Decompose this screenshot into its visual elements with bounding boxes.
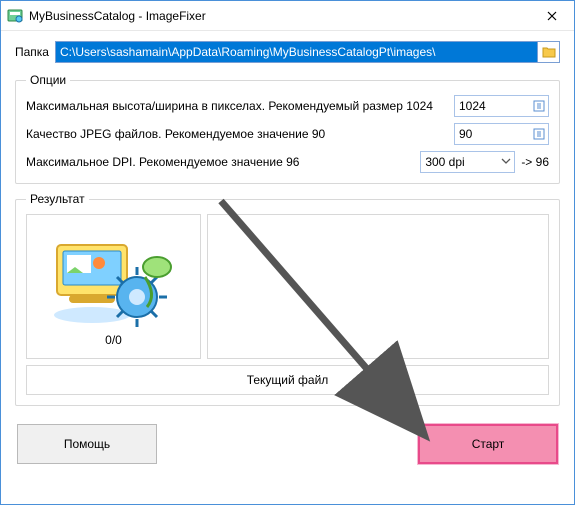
folder-label: Папка — [15, 45, 49, 59]
dpi-suffix: -> 96 — [521, 155, 549, 169]
spinner-icon[interactable] — [530, 124, 548, 144]
options-legend: Опции — [26, 73, 70, 87]
start-button[interactable]: Старт — [418, 424, 558, 464]
button-row: Помощь Старт — [15, 424, 560, 464]
preview-box — [207, 214, 549, 359]
result-legend: Результат — [26, 192, 89, 206]
help-button-label: Помощь — [64, 437, 110, 451]
result-body: 0/0 — [26, 214, 549, 359]
jpeg-quality-label: Качество JPEG файлов. Рекомендуемое знач… — [26, 127, 454, 141]
folder-icon — [542, 46, 556, 58]
result-group: Результат — [15, 192, 560, 406]
max-dpi-label: Максимальное DPI. Рекомендуемое значение… — [26, 155, 420, 169]
window-title: MyBusinessCatalog - ImageFixer — [29, 9, 529, 23]
options-group: Опции Максимальная высота/ширина в пиксе… — [15, 73, 560, 184]
app-icon — [7, 8, 23, 24]
thumbnail-box: 0/0 — [26, 214, 201, 359]
progress-count: 0/0 — [105, 333, 122, 347]
titlebar: MyBusinessCatalog - ImageFixer — [1, 1, 574, 31]
current-file-label: Текущий файл — [247, 373, 329, 387]
folder-row: Папка — [15, 41, 560, 63]
current-file-bar: Текущий файл — [26, 365, 549, 395]
jpeg-quality-row: Качество JPEG файлов. Рекомендуемое знач… — [26, 123, 549, 145]
folder-path-input[interactable] — [55, 41, 538, 63]
max-size-label: Максимальная высота/ширина в пикселах. Р… — [26, 99, 454, 113]
max-size-row: Максимальная высота/ширина в пикселах. Р… — [26, 95, 549, 117]
close-button[interactable] — [529, 1, 574, 30]
content-area: Папка Опции Максимальная высота/ширина в… — [1, 31, 574, 474]
max-dpi-select[interactable] — [420, 151, 515, 173]
help-button[interactable]: Помощь — [17, 424, 157, 464]
max-dpi-row: Максимальное DPI. Рекомендуемое значение… — [26, 151, 549, 173]
catalog-illustration-icon — [49, 227, 179, 327]
window: MyBusinessCatalog - ImageFixer Папка Опц… — [0, 0, 575, 505]
browse-folder-button[interactable] — [538, 41, 560, 63]
start-button-label: Старт — [472, 437, 505, 451]
spinner-icon[interactable] — [530, 96, 548, 116]
